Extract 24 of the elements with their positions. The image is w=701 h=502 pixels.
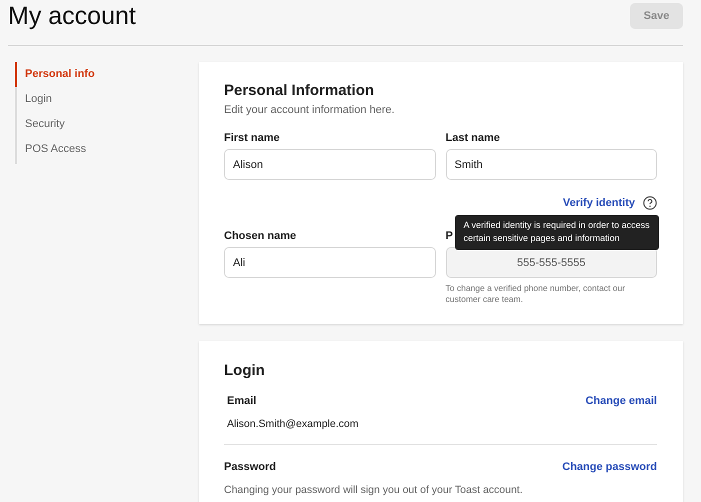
- sidebar-item[interactable]: Security: [15, 112, 199, 137]
- verify-identity-link[interactable]: Verify identity: [562, 197, 635, 209]
- field-label: P: [446, 230, 453, 242]
- page-title: My account: [8, 2, 136, 31]
- change-password-link[interactable]: Change password: [562, 460, 657, 473]
- field-label: Password: [224, 460, 277, 473]
- help-text: To change a verified phone number, contact our customer care team.: [446, 283, 626, 306]
- chosen-name-field[interactable]: Ali: [224, 247, 436, 278]
- help-icon[interactable]: [643, 196, 657, 210]
- password-note: Changing your password will sign you out of your Toast account.: [224, 484, 523, 496]
- change-email-link[interactable]: Change email: [585, 394, 657, 407]
- sidebar-item[interactable]: Login: [15, 87, 199, 112]
- sidebar-item[interactable]: POS Access: [15, 137, 199, 162]
- last-name-field[interactable]: Smith: [446, 149, 657, 180]
- tooltip: A verified identity is required in order to access certain sensitive pages and information: [454, 215, 659, 250]
- email-value: Alison.Smith@example.com: [227, 418, 358, 430]
- first-name-field[interactable]: Alison: [224, 149, 436, 180]
- field-label: Last name: [446, 132, 500, 144]
- section-subtitle: Edit your account information here.: [224, 104, 396, 116]
- section-title: Personal Information: [224, 82, 376, 99]
- field-label: First name: [224, 132, 280, 144]
- field-label: Chosen name: [224, 230, 296, 242]
- section-title: Login: [224, 362, 266, 379]
- field-label: Email: [227, 394, 258, 407]
